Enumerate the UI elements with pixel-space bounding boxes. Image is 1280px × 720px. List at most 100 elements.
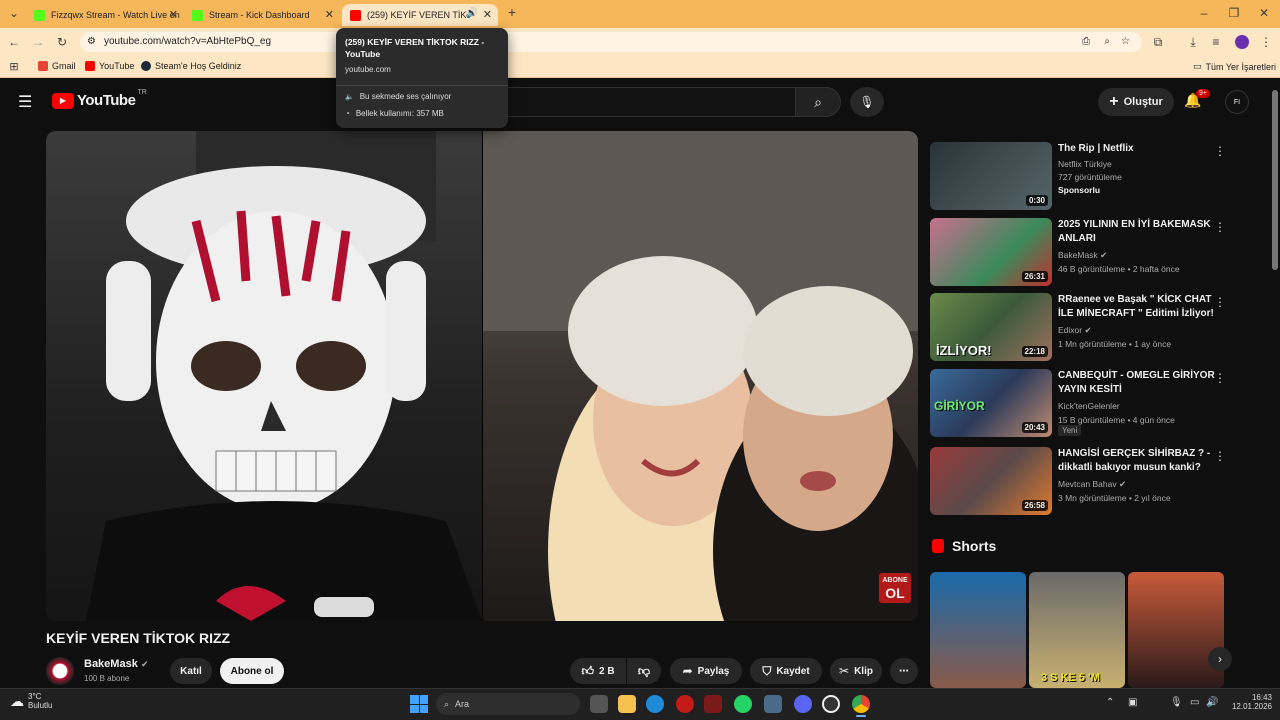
forward-icon[interactable]: →: [30, 35, 46, 49]
bookmark-youtube[interactable]: YouTube: [85, 61, 134, 71]
subscribe-overlay-badge[interactable]: ABONE OL: [879, 573, 911, 603]
subscribe-button[interactable]: Abone ol: [220, 658, 284, 684]
channel-name[interactable]: Kick'tenGelenler: [1058, 400, 1120, 412]
video-title[interactable]: The Rip | Netflix: [1058, 142, 1218, 156]
page-scrollbar[interactable]: [1272, 90, 1278, 270]
like-button[interactable]: 👍︎ 2 B: [570, 658, 626, 684]
whatsapp-icon[interactable]: [734, 695, 752, 713]
media-icon[interactable]: ≡: [1208, 35, 1224, 49]
notifications-button[interactable]: 🔔 9+: [1184, 89, 1210, 112]
recommendation-item[interactable]: 26:58 HANGİSİ GERÇEK SİHİRBAZ ? - dikkat…: [930, 447, 1230, 515]
tab-kick-dashboard[interactable]: Stream - Kick Dashboard ✕: [184, 4, 340, 26]
video-title[interactable]: HANGİSİ GERÇEK SİHİRBAZ ? - dikkatli bak…: [1058, 447, 1218, 475]
more-options-icon[interactable]: ⋮: [1214, 295, 1226, 309]
hamburger-icon[interactable]: ☰: [18, 92, 32, 112]
create-button[interactable]: + Oluştur: [1098, 88, 1174, 116]
youtube-logo[interactable]: ▶ YouTube TR: [52, 89, 147, 109]
recommendation-item[interactable]: İZLİYOR! 22:18 RRaenee ve Başak " KİCK C…: [930, 293, 1230, 361]
recommendation-item[interactable]: GİRİYOR 20:43 CANBEQUİT - OMEGLE GİRİYOR…: [930, 369, 1230, 437]
site-info-icon[interactable]: ⚙: [87, 32, 96, 52]
close-window-icon[interactable]: ✕: [1256, 6, 1272, 20]
video-title[interactable]: CANBEQUİT - OMEGLE GİRİYOR YAYIN KESİTİ: [1058, 369, 1218, 397]
apps-icon[interactable]: ⊞: [6, 60, 22, 74]
channel-name[interactable]: Netflix Türkiye: [1058, 158, 1112, 170]
tray-network-icon[interactable]: ▭: [1190, 697, 1199, 708]
share-button[interactable]: ➦ Paylaş: [670, 658, 742, 684]
menu-icon[interactable]: ⋮: [1258, 35, 1274, 49]
channel-name[interactable]: BakeMask ✔: [1058, 249, 1107, 261]
reload-icon[interactable]: ↻: [54, 35, 70, 49]
file-explorer-icon[interactable]: [618, 695, 636, 713]
extensions-icon[interactable]: ⧉: [1150, 35, 1166, 49]
start-button[interactable]: [410, 695, 428, 713]
search-button[interactable]: ⌕: [795, 87, 841, 117]
back-icon[interactable]: ←: [6, 35, 22, 49]
shorts-next-button[interactable]: ›: [1208, 647, 1232, 671]
tab-fizzqwx[interactable]: Fizzqwx Stream - Watch Live on ✕: [26, 4, 184, 26]
video-title[interactable]: RRaenee ve Başak " KİCK CHAT İLE MİNECRA…: [1058, 293, 1218, 321]
channel-name[interactable]: Edixor ✔: [1058, 324, 1092, 336]
task-view-icon[interactable]: [590, 695, 608, 713]
taskbar-search[interactable]: ⌕ Ara: [436, 693, 580, 715]
tray-mic-icon[interactable]: 🎙: [1170, 697, 1183, 708]
video-thumbnail[interactable]: 0:30: [930, 142, 1052, 210]
tab-youtube-active[interactable]: (259) KEYİF VEREN TİKTOK RIZZ 🔊 ✕: [342, 4, 498, 26]
all-bookmarks[interactable]: ▭ Tüm Yer İşaretleri: [1193, 61, 1276, 72]
recommendation-item[interactable]: 0:30 The Rip | Netflix Netflix Türkiye 7…: [930, 142, 1230, 210]
weather-widget[interactable]: ☁ 3°C Bulutlu: [10, 692, 52, 710]
opera-icon[interactable]: [676, 695, 694, 713]
channel-avatar[interactable]: [46, 657, 74, 685]
dislike-button[interactable]: 👎︎: [627, 658, 661, 684]
thumbnail-caption: GİRİYOR: [934, 399, 985, 413]
video-thumbnail[interactable]: 26:58: [930, 447, 1052, 515]
more-options-icon[interactable]: ⋮: [1214, 449, 1226, 463]
maximize-icon[interactable]: ❐: [1226, 6, 1242, 20]
tray-chevron-icon[interactable]: ⌃: [1106, 697, 1114, 708]
save-button[interactable]: ⛉ Kaydet: [750, 658, 822, 684]
obs-icon[interactable]: [822, 695, 840, 713]
video-thumbnail[interactable]: 26:31: [930, 218, 1052, 286]
zoom-icon[interactable]: ⌕: [1104, 32, 1110, 52]
clip-button[interactable]: ✂ Klip: [830, 658, 882, 684]
tray-app-icon[interactable]: ▣: [1128, 697, 1137, 708]
tray-volume-icon[interactable]: 🔊: [1206, 697, 1218, 708]
bookmark-steam[interactable]: Steam'e Hoş Geldiniz: [141, 61, 241, 71]
video-thumbnail[interactable]: İZLİYOR! 22:18: [930, 293, 1052, 361]
channel-name[interactable]: Mevtcan Bahav ✔: [1058, 478, 1126, 490]
close-icon[interactable]: ✕: [483, 8, 492, 21]
chrome-icon[interactable]: [852, 695, 870, 713]
voice-search-button[interactable]: 🎙: [850, 87, 884, 117]
short-item[interactable]: [930, 572, 1026, 688]
install-icon[interactable]: ⎙: [1082, 32, 1090, 52]
close-icon[interactable]: ✕: [325, 8, 334, 21]
profile-avatar[interactable]: [1235, 35, 1249, 49]
more-options-icon[interactable]: ⋮: [1214, 220, 1226, 234]
close-icon[interactable]: ✕: [169, 8, 178, 21]
join-button[interactable]: Katıl: [170, 658, 212, 684]
speaker-icon[interactable]: 🔊: [466, 8, 478, 19]
red-app-icon[interactable]: [704, 695, 722, 713]
video-player[interactable]: ABONE OL: [46, 131, 918, 621]
short-item[interactable]: [1128, 572, 1224, 688]
download-icon[interactable]: ⤓: [1185, 35, 1201, 49]
more-actions-button[interactable]: ⋯: [890, 658, 918, 684]
video-title[interactable]: 2025 YILININ EN İYİ BAKEMASK ANLARI: [1058, 218, 1218, 246]
discord-icon[interactable]: [794, 695, 812, 713]
more-options-icon[interactable]: ⋮: [1214, 144, 1226, 158]
recommendation-item[interactable]: 26:31 2025 YILININ EN İYİ BAKEMASK ANLAR…: [930, 218, 1230, 286]
app-icon[interactable]: [764, 695, 782, 713]
bookmark-gmail[interactable]: Gmail: [38, 61, 76, 71]
address-bar[interactable]: ⚙ youtube.com/watch?v=AbHtePbQ_eg ⎙ ⌕ ☆: [80, 32, 1142, 52]
star-icon[interactable]: ☆: [1121, 32, 1130, 52]
account-avatar[interactable]: FI: [1225, 90, 1249, 114]
video-thumbnail[interactable]: GİRİYOR 20:43: [930, 369, 1052, 437]
edge-icon[interactable]: [646, 695, 664, 713]
minimize-icon[interactable]: –: [1196, 6, 1212, 20]
short-item[interactable]: 3 S KE 5 'M: [1029, 572, 1125, 688]
clock[interactable]: 16:43 12.01.2026: [1222, 693, 1272, 711]
channel-name-main[interactable]: BakeMask: [84, 658, 138, 670]
more-options-icon[interactable]: ⋮: [1214, 371, 1226, 385]
tab-search-icon[interactable]: ⌄: [6, 6, 22, 20]
new-tab-button[interactable]: +: [504, 5, 520, 19]
search-input[interactable]: [505, 87, 795, 117]
